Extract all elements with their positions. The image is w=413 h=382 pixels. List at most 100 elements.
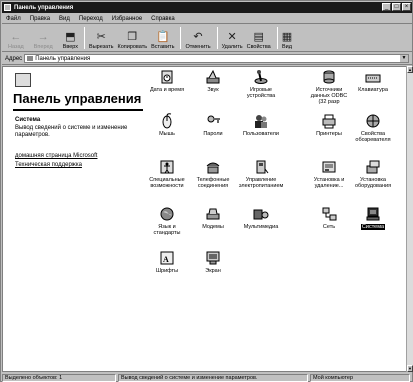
regional-icon xyxy=(160,207,174,221)
tech-support-link[interactable]: Техническая поддержка xyxy=(15,162,82,168)
up-button[interactable]: ⬒ Вверх xyxy=(63,26,78,50)
control-panel-item[interactable]: Мышь xyxy=(145,113,189,137)
views-button[interactable]: ▦ Вид xyxy=(282,26,292,50)
svg-text:A: A xyxy=(163,255,169,264)
menu-favorites[interactable]: Избранное xyxy=(112,16,142,22)
back-label: Назад xyxy=(8,44,24,50)
menu-bar: Файл Правка Вид Переход Избранное Справк… xyxy=(2,14,412,24)
control-panel-item[interactable]: Сеть xyxy=(307,206,351,230)
control-panel-small-icon xyxy=(4,4,11,11)
control-panel-item[interactable]: Дата и время xyxy=(145,69,189,93)
window-controls: _ □ × xyxy=(382,3,411,11)
undo-label: Отменить xyxy=(185,44,211,50)
up-label: Вверх xyxy=(62,44,79,50)
menu-file[interactable]: Файл xyxy=(6,16,21,22)
modem-icon xyxy=(206,208,220,220)
control-panel-item[interactable]: Пользователи xyxy=(239,113,283,137)
toolbar-separator xyxy=(216,27,218,49)
control-panel-item[interactable]: Специальные возможности xyxy=(145,159,189,189)
control-panel-item[interactable]: Установка и удаление... xyxy=(307,159,351,189)
control-panel-window: Панель управления _ □ × Файл Правка Вид … xyxy=(0,0,413,382)
cut-button[interactable]: ✂ Вырезать xyxy=(89,26,113,50)
views-label: Вид xyxy=(281,44,292,50)
address-dropdown-icon[interactable]: ▼ xyxy=(400,55,408,62)
toolbar-separator xyxy=(84,27,86,49)
control-panel-item[interactable]: Мультимедиа xyxy=(239,206,283,230)
scroll-up-icon[interactable]: ▲ xyxy=(407,66,413,73)
system-icon xyxy=(366,207,380,221)
multimedia-icon xyxy=(253,209,269,220)
accessibility-icon xyxy=(160,160,174,174)
scroll-down-icon[interactable]: ▼ xyxy=(407,365,413,372)
printers-icon xyxy=(322,114,336,129)
menu-help[interactable]: Справка xyxy=(151,16,175,22)
control-panel-item-label: Мультимедиа xyxy=(243,224,279,230)
control-panel-item-label: Клавиатура xyxy=(358,87,388,93)
passwords-icon xyxy=(207,115,220,123)
up-folder-icon: ⬒ xyxy=(65,31,76,43)
forward-arrow-icon: → xyxy=(37,31,49,43)
control-panel-item-label: Язык и стандарты xyxy=(153,224,181,236)
window-title: Панель управления xyxy=(14,4,74,11)
paste-icon: 📋 xyxy=(155,31,170,43)
control-panel-item[interactable]: Свойства обозревателя xyxy=(351,113,395,143)
properties-icon: ▤ xyxy=(253,31,264,43)
control-panel-item-label: Установка и удаление... xyxy=(313,177,345,189)
control-panel-item-label: Игровые устройства xyxy=(246,87,276,99)
menu-view[interactable]: Вид xyxy=(59,16,70,22)
undo-icon: ↶ xyxy=(193,31,203,43)
title-bar[interactable]: Панель управления _ □ × xyxy=(2,2,412,13)
control-panel-item[interactable]: Принтеры xyxy=(307,113,351,137)
selected-item-description: Вывод сведений о системе и изменение пар… xyxy=(15,125,128,138)
fonts-icon: A xyxy=(160,251,174,265)
control-panel-item[interactable]: Источники данных ODBC (32 разр xyxy=(307,69,351,105)
close-button[interactable]: × xyxy=(402,3,411,11)
copy-button[interactable]: ❐ Копировать xyxy=(118,26,148,50)
control-panel-item-label: Система xyxy=(360,224,386,230)
control-panel-item[interactable]: Клавиатура xyxy=(351,69,395,93)
control-panel-item[interactable]: Установка оборудования xyxy=(351,159,395,189)
control-panel-item-label: Свойства обозревателя xyxy=(355,131,391,143)
keyboard-icon xyxy=(365,74,381,83)
control-panel-item-label: Телефонные соединения xyxy=(196,177,230,189)
mouse-icon xyxy=(162,113,172,129)
minimize-button[interactable]: _ xyxy=(382,3,391,11)
back-button[interactable]: ← Назад xyxy=(8,26,24,50)
control-panel-item[interactable]: Звук xyxy=(191,69,235,93)
vertical-scrollbar[interactable]: ▲ ▼ xyxy=(406,66,413,372)
cut-label: Вырезать xyxy=(89,44,114,50)
address-bar: Адрес Панель управления ▼ xyxy=(2,53,412,65)
forward-button[interactable]: → Вперед xyxy=(34,26,53,50)
undo-button[interactable]: ↶ Отменить xyxy=(185,26,210,50)
control-panel-item-label: Экран xyxy=(205,268,221,274)
paste-button[interactable]: 📋 Вставить xyxy=(151,26,174,50)
control-panel-item[interactable]: Пароли xyxy=(191,113,235,137)
control-panel-item-label: Специальные возможности xyxy=(149,177,185,189)
control-panel-item-label: Дата и время xyxy=(149,87,185,93)
menu-go[interactable]: Переход xyxy=(79,16,103,22)
status-count: Выделено объектов: 1 xyxy=(2,373,116,382)
microsoft-home-link[interactable]: домашняя страница Microsoft xyxy=(15,153,97,159)
control-panel-item[interactable]: A Шрифты xyxy=(145,250,189,274)
control-panel-item[interactable]: Игровые устройства xyxy=(239,69,283,99)
control-panel-item-label: Пароли xyxy=(203,131,223,137)
control-panel-item[interactable]: Экран xyxy=(191,250,235,274)
toolbar: ← Назад → Вперед ⬒ Вверх ✂ Вырезать ❐ Ко… xyxy=(2,25,412,52)
pane-title: Панель управления xyxy=(13,91,142,106)
control-panel-item[interactable]: Модемы xyxy=(191,206,235,230)
selected-item-name: Система xyxy=(15,117,41,123)
telephony-icon xyxy=(206,162,220,174)
control-panel-item[interactable]: Управление электропитанием xyxy=(239,159,283,189)
address-field[interactable]: Панель управления ▼ xyxy=(24,54,409,63)
control-panel-item[interactable]: Язык и стандарты xyxy=(145,206,189,236)
pane-title-rule xyxy=(13,109,143,111)
maximize-button[interactable]: □ xyxy=(392,3,401,11)
control-panel-item[interactable]: Телефонные соединения xyxy=(191,159,235,189)
copy-label: Копировать xyxy=(117,44,148,50)
menu-edit[interactable]: Правка xyxy=(30,16,50,22)
display-icon xyxy=(206,251,220,265)
address-value: Панель управления xyxy=(35,55,91,62)
properties-button[interactable]: ▤ Свойства xyxy=(247,26,271,50)
delete-button[interactable]: ✕ Удалить xyxy=(222,26,243,50)
control-panel-item[interactable]: Система xyxy=(351,206,395,230)
